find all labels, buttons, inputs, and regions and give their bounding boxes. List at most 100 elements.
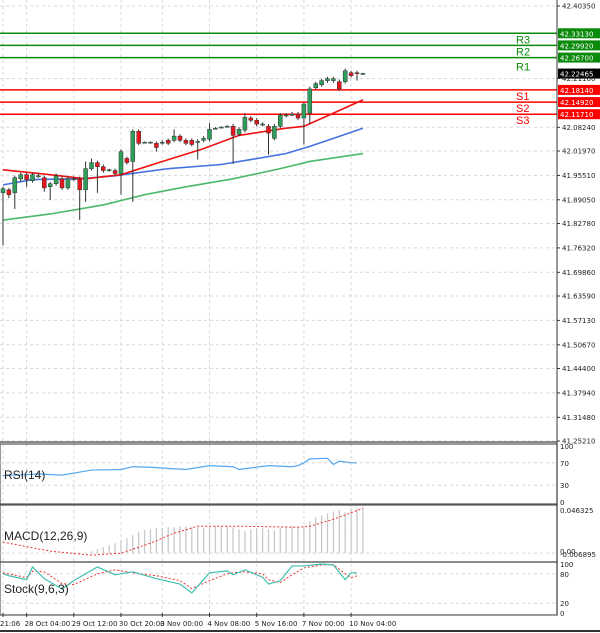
candle-body xyxy=(236,129,242,135)
candle-body xyxy=(136,130,141,144)
candle-body xyxy=(195,141,200,143)
candle-body xyxy=(248,117,254,121)
candle-body xyxy=(53,175,59,185)
macd-tick-label: -0.006895 xyxy=(560,551,596,559)
rsi-tick-label: 70 xyxy=(560,460,569,468)
level-label-r1: R1 xyxy=(516,62,530,74)
time-label: 10 Nov 04:00 xyxy=(349,620,396,628)
stoch-tick-label: 0 xyxy=(560,610,564,618)
candle-body xyxy=(42,177,47,189)
candle-body xyxy=(83,168,88,191)
candle-body xyxy=(272,126,277,139)
time-label: 28 Oct 04:00 xyxy=(25,620,71,628)
candle-body xyxy=(242,117,248,131)
candle-body xyxy=(171,135,177,141)
candle-body xyxy=(230,126,236,136)
stochastic-label: Stock(9,6,3) xyxy=(4,582,69,596)
time-label: 3 Nov 00:00 xyxy=(160,620,203,628)
candle-body xyxy=(325,78,330,81)
level-label-r3: R3 xyxy=(516,34,530,46)
price-label: 41.95510 xyxy=(562,172,595,180)
candle-body xyxy=(224,126,230,128)
time-label: 4 Nov 08:00 xyxy=(208,620,251,628)
candle-body xyxy=(219,126,224,129)
price-label: 41.57130 xyxy=(562,317,595,325)
time-label: 29 Oct 12:00 xyxy=(72,620,118,628)
rsi-tick-label: 0 xyxy=(560,499,564,507)
candle-body xyxy=(154,143,159,148)
candle-body xyxy=(6,189,12,195)
macd-label: MACD(12,26,9) xyxy=(4,529,87,543)
candle-body xyxy=(342,70,348,82)
candle xyxy=(278,113,283,129)
time-label: 5 Nov 16:00 xyxy=(255,620,298,628)
level-label-s3: S3 xyxy=(516,115,529,127)
candle-body xyxy=(77,178,82,191)
price-label: 42.08240 xyxy=(562,124,595,132)
rsi-tick-label: 30 xyxy=(560,482,569,490)
time-label: 7 Nov 00:00 xyxy=(302,620,345,628)
candle xyxy=(272,124,277,141)
candle-body xyxy=(24,174,29,180)
candle-body xyxy=(142,141,147,144)
level-price-label: 42.11710 xyxy=(560,111,593,119)
candle-body xyxy=(337,81,342,90)
candle-body xyxy=(348,72,354,76)
background xyxy=(0,0,600,633)
stoch-tick-label: 80 xyxy=(560,571,569,579)
candle-body xyxy=(295,113,301,119)
candle-body xyxy=(283,114,289,117)
candle-body xyxy=(18,174,23,180)
level-price-label: 42.29920 xyxy=(560,42,593,50)
candle-body xyxy=(65,178,71,189)
price-label: 42.40350 xyxy=(562,3,595,11)
price-label: 41.76320 xyxy=(562,244,595,252)
candle-body xyxy=(71,178,77,181)
candle-body xyxy=(112,170,118,174)
level-label-r2: R2 xyxy=(516,46,530,58)
candle-body xyxy=(89,162,94,169)
candle-body xyxy=(201,138,206,141)
time-label: 21:06 xyxy=(0,620,21,628)
candle-body xyxy=(47,183,53,188)
candle-body xyxy=(278,114,283,127)
candle-body xyxy=(101,166,106,171)
price-label: 41.69860 xyxy=(562,269,595,277)
candle-body xyxy=(354,72,360,74)
candle-body xyxy=(95,162,100,168)
candle-body xyxy=(301,103,307,119)
candle-body xyxy=(360,73,366,75)
candle-body xyxy=(213,127,218,130)
stoch-tick-label: 100 xyxy=(560,561,573,569)
candle-body xyxy=(189,140,195,145)
candle-body xyxy=(30,174,35,181)
price-label: 42.01970 xyxy=(562,148,595,156)
candle-body xyxy=(130,130,136,162)
candle-body xyxy=(12,177,18,194)
level-price-label: 42.26700 xyxy=(560,55,593,63)
level-price-label: 42.14920 xyxy=(560,99,593,107)
stoch-tick-label: 20 xyxy=(560,600,569,608)
candle-body xyxy=(0,188,6,194)
price-label: 41.50670 xyxy=(562,341,595,349)
candle-body xyxy=(177,135,183,141)
candle-body xyxy=(289,113,295,116)
level-price-label: 42.33130 xyxy=(560,30,593,38)
candle-body xyxy=(148,141,153,144)
level-label-s2: S2 xyxy=(516,103,529,115)
candle xyxy=(342,68,348,84)
price-label: 41.31480 xyxy=(562,414,595,422)
candle-body xyxy=(59,178,65,189)
candle-body xyxy=(260,123,265,126)
price-label: 41.89050 xyxy=(562,196,595,204)
candle-body xyxy=(183,140,189,144)
candle-body xyxy=(160,141,165,144)
price-chart[interactable]: R3 42.33130 R2 42.29920 R1 42.26700 S1 42.18140… xyxy=(0,0,600,633)
candle xyxy=(136,129,141,146)
candle-body xyxy=(307,88,313,114)
price-label: 41.44400 xyxy=(562,365,595,373)
candle-body xyxy=(106,169,112,172)
candle-body xyxy=(36,175,41,178)
candle-body xyxy=(207,129,212,140)
price-label: 41.37940 xyxy=(562,389,595,397)
